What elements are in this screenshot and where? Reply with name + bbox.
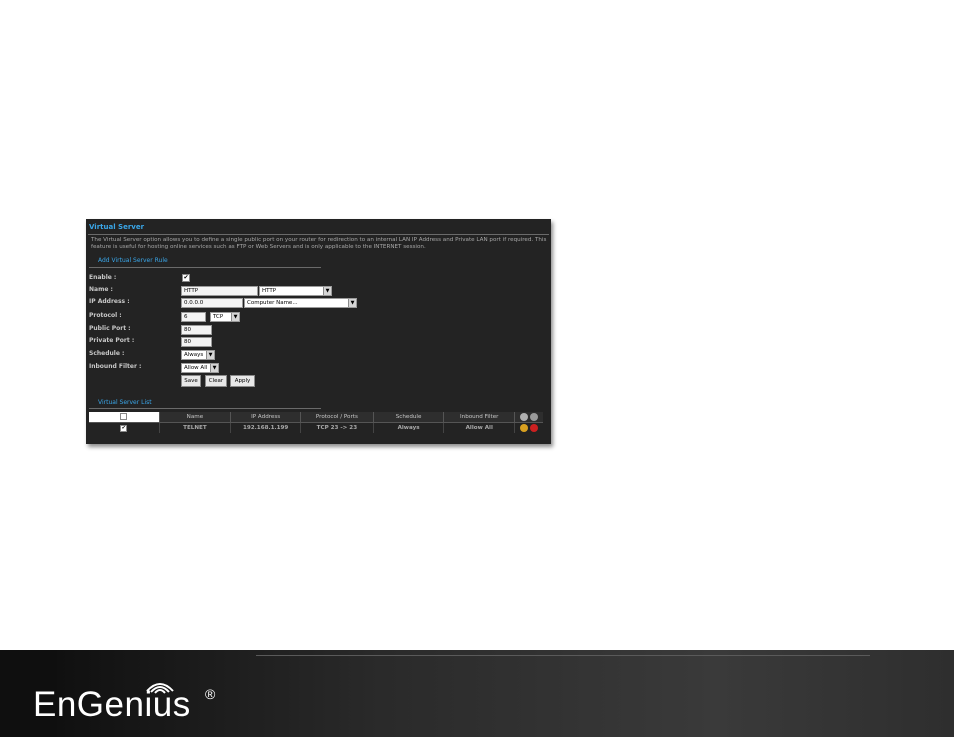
col-header-ip: IP Address [230,412,302,423]
ip-address-label: IP Address : [89,298,130,305]
delete-icon[interactable] [530,424,539,432]
inbound-filter-value: Allow All [184,365,208,371]
registered-mark: ® [205,686,216,702]
public-port-label: Public Port : [89,325,131,332]
edit-pencil-icon [520,413,529,421]
name-input[interactable]: HTTP [181,286,258,296]
name-select-value: HTTP [262,288,277,294]
delete-icon [530,413,539,421]
computer-name-select[interactable]: Computer Name... ▼ [244,298,357,308]
schedule-label: Schedule : [89,350,125,357]
inbound-filter-label: Inbound Filter : [89,363,142,370]
row-checkbox-cell[interactable]: ✔ [89,422,160,433]
name-label: Name : [89,286,113,293]
clear-button[interactable]: Clear [205,375,227,387]
row-inbound: Allow All [443,422,516,433]
col-header-schedule: Schedule [373,412,445,423]
wifi-waves-icon [146,683,174,694]
save-button[interactable]: Save [181,375,201,387]
col-header-actions [514,412,543,423]
col-header-protocol: Protocol / Ports [300,412,374,423]
name-select[interactable]: HTTP ▼ [259,286,332,296]
public-port-input[interactable]: 80 [181,325,212,335]
private-port-label: Private Port : [89,337,135,344]
select-all-checkbox[interactable] [120,412,128,420]
row-ip: 192.168.1.199 [230,422,302,433]
select-all-cell[interactable] [89,412,160,423]
footer-bar: EnGenius ® [0,650,954,737]
col-header-name: Name [159,412,232,423]
dropdown-arrow-icon: ▼ [231,313,239,321]
dropdown-arrow-icon: ▼ [323,287,331,295]
server-list-heading: Virtual Server List [98,399,152,406]
dropdown-arrow-icon: ▼ [348,299,356,307]
dropdown-arrow-icon: ▼ [206,351,214,359]
row-actions [515,423,543,434]
row-schedule: Always [373,422,445,433]
computer-name-value: Computer Name... [247,300,298,306]
row-checkbox[interactable]: ✔ [120,424,128,432]
edit-pencil-icon[interactable] [520,424,529,432]
add-rule-heading: Add Virtual Server Rule [98,257,168,264]
virtual-server-screenshot: Virtual Server The Virtual Server option… [86,219,551,444]
row-name: TELNET [159,422,232,433]
virtual-server-table: Name IP Address Protocol / Ports Schedul… [89,412,543,433]
enable-checkbox[interactable]: ✔ [182,274,190,282]
inbound-filter-select[interactable]: Allow All ▼ [181,363,219,373]
page-title: Virtual Server [89,223,145,231]
server-list-divider [89,408,321,409]
schedule-select-value: Always [184,352,204,358]
add-rule-divider [89,267,321,268]
private-port-input[interactable]: 80 [181,337,212,347]
protocol-label: Protocol : [89,312,122,319]
ip-address-input[interactable]: 0.0.0.0 [181,298,243,308]
col-header-inbound: Inbound Filter [443,412,516,423]
table-row: ✔ TELNET 192.168.1.199 TCP 23 -> 23 Alwa… [89,422,543,434]
protocol-number-input[interactable]: 6 [181,312,206,322]
description-text: The Virtual Server option allows you to … [91,237,547,250]
table-header-row: Name IP Address Protocol / Ports Schedul… [89,412,543,423]
protocol-select-value: TCP [213,314,224,320]
apply-button[interactable]: Apply [230,375,255,387]
dropdown-arrow-icon: ▼ [210,364,218,372]
row-protocol-ports: TCP 23 -> 23 [300,422,374,433]
footer-divider [256,655,870,656]
title-divider [88,234,549,235]
protocol-select[interactable]: TCP ▼ [210,312,240,322]
enable-label: Enable : [89,274,117,281]
schedule-select[interactable]: Always ▼ [181,350,215,360]
